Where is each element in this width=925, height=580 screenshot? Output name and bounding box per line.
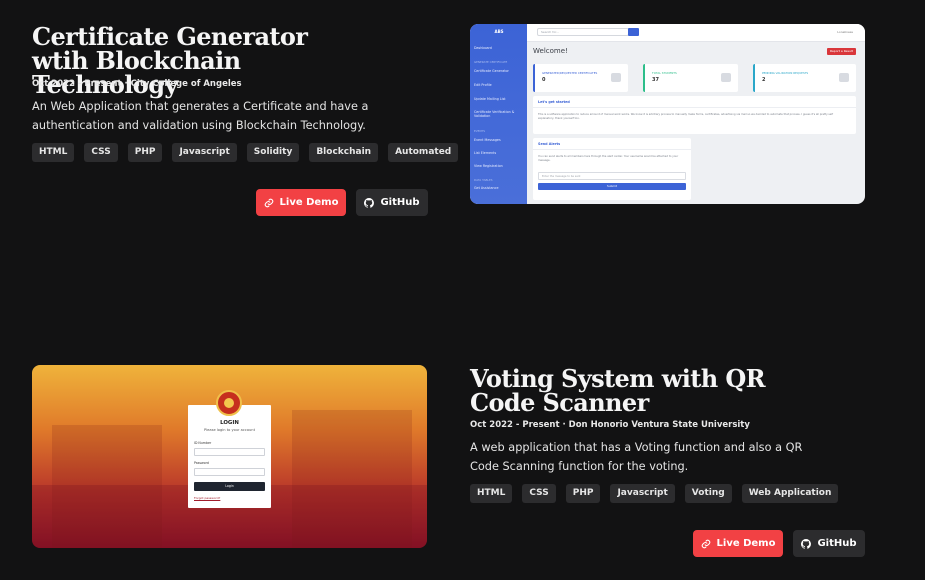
dashboard-logo: ABS [494, 29, 504, 34]
tag: HTML [32, 143, 75, 162]
sidebar-item: Get Assistance [474, 186, 499, 190]
users-icon [611, 73, 621, 82]
github-icon [801, 538, 812, 549]
forgot-password-link: Forgot password? [194, 496, 221, 500]
project-2-tags: HTML CSS PHP Javascript Voting Web Appli… [470, 484, 839, 503]
alerts-input: Enter the message to be sent [538, 172, 686, 180]
tag: Automated [388, 143, 459, 162]
dashboard-report-button: Report a Result [827, 48, 856, 55]
project-2-title: Voting System with QR Code Scanner [470, 364, 766, 417]
dashboard-search-input: Search for... [537, 28, 629, 36]
sidebar-section: GENERATE CERTIFICATE [474, 60, 508, 64]
panel-text: This is a software application to reduce… [538, 113, 834, 120]
project-2-github-button[interactable]: GitHub [793, 530, 865, 557]
project-1-meta: Oct 2022 - Present · City College of Ang… [32, 79, 242, 89]
alerts-divider [533, 149, 691, 150]
tag: Javascript [610, 484, 675, 503]
password-label: Password [194, 461, 209, 465]
project-2-live-demo-button[interactable]: Live Demo [693, 530, 783, 557]
project-1-tags: HTML CSS PHP Javascript Solidity Blockch… [32, 143, 459, 162]
tag: PHP [127, 143, 163, 162]
project-1-live-demo-button[interactable]: Live Demo [256, 189, 346, 216]
github-label: GitHub [380, 197, 420, 208]
sidebar-item: Certificate Generator [474, 69, 509, 73]
tag: CSS [84, 143, 118, 162]
tag: PHP [565, 484, 601, 503]
panel-title: Let's get started [538, 100, 570, 104]
sidebar-item: Event Messages [474, 138, 501, 142]
tag: CSS [522, 484, 556, 503]
project-1-screenshot: ABS Dashboard GENERATE CERTIFICATE Certi… [470, 24, 865, 204]
tag: Blockchain [309, 143, 379, 162]
project-2-screenshot: LOGIN Please login to your account ID Nu… [32, 365, 427, 548]
live-demo-label: Live Demo [716, 538, 776, 549]
dashboard-welcome: Welcome! [533, 47, 568, 55]
card-value: 0 [542, 77, 546, 83]
project-1-github-button[interactable]: GitHub [356, 189, 428, 216]
card-value: 37 [652, 77, 659, 83]
dashboard-card: PENDING VALIDATION REQUESTS 2 [753, 64, 856, 92]
password-field [194, 468, 265, 476]
sidebar-item: Dashboard [474, 46, 492, 50]
tag: Web Application [741, 484, 839, 503]
project-2-description: A web application that has a Voting func… [470, 441, 803, 473]
card-label: TOTAL STUDENTS [652, 71, 677, 75]
alerts-text: You can send alerts to all members here … [538, 155, 679, 162]
id-label: ID Number [194, 441, 212, 445]
tag: Solidity [246, 143, 300, 162]
university-seal-icon [216, 390, 242, 416]
link-icon [264, 198, 273, 207]
dashboard-started-panel: Let's get started This is a software app… [533, 96, 856, 134]
login-subtitle: Please login to your account [204, 428, 255, 432]
alerts-submit-button: Submit [538, 183, 686, 190]
sidebar-section: EVENTS [474, 129, 486, 133]
login-button: Login [194, 482, 265, 491]
check-icon [839, 73, 849, 82]
panel-divider [533, 107, 856, 108]
project-1-description: An Web Application that generates a Cert… [32, 100, 369, 132]
card-label: GENERATED/REQUESTED CERTIFICATES [542, 71, 598, 75]
tag: Voting [684, 484, 732, 503]
sidebar-section: DATA TABLES [474, 178, 493, 182]
tag: HTML [470, 484, 513, 503]
sidebar-item: Update Mailing List [474, 97, 506, 101]
login-card: LOGIN Please login to your account ID Nu… [188, 405, 271, 508]
sidebar-item: View Registration [474, 164, 503, 168]
dashboard-card: TOTAL STUDENTS 37 [643, 64, 738, 92]
github-label: GitHub [817, 538, 857, 549]
card-value: 2 [762, 77, 766, 83]
sidebar-item: Edit Profile [474, 83, 492, 87]
card-label: PENDING VALIDATION REQUESTS [762, 71, 809, 75]
dashboard-sidebar: ABS Dashboard GENERATE CERTIFICATE Certi… [470, 24, 527, 204]
dashboard-topbar: Search for... Loneliness [527, 24, 865, 42]
id-field [194, 448, 265, 456]
alerts-title: Send Alerts [538, 142, 561, 146]
dashboard-search-button [628, 28, 639, 36]
dashboard-user: Loneliness [837, 30, 853, 34]
sidebar-item: List Elements [474, 151, 497, 155]
sidebar-item: Certificate Verification & Validation [474, 110, 515, 118]
live-demo-label: Live Demo [279, 197, 339, 208]
link-icon [701, 539, 710, 548]
users-icon [721, 73, 731, 82]
dashboard-alerts-panel: Send Alerts You can send alerts to all m… [533, 138, 691, 200]
tag: Javascript [172, 143, 237, 162]
project-2-meta: Oct 2022 - Present · Don Honorio Ventura… [470, 420, 750, 430]
dashboard-card: GENERATED/REQUESTED CERTIFICATES 0 [533, 64, 628, 92]
login-title: LOGIN [220, 420, 239, 426]
github-icon [364, 197, 375, 208]
